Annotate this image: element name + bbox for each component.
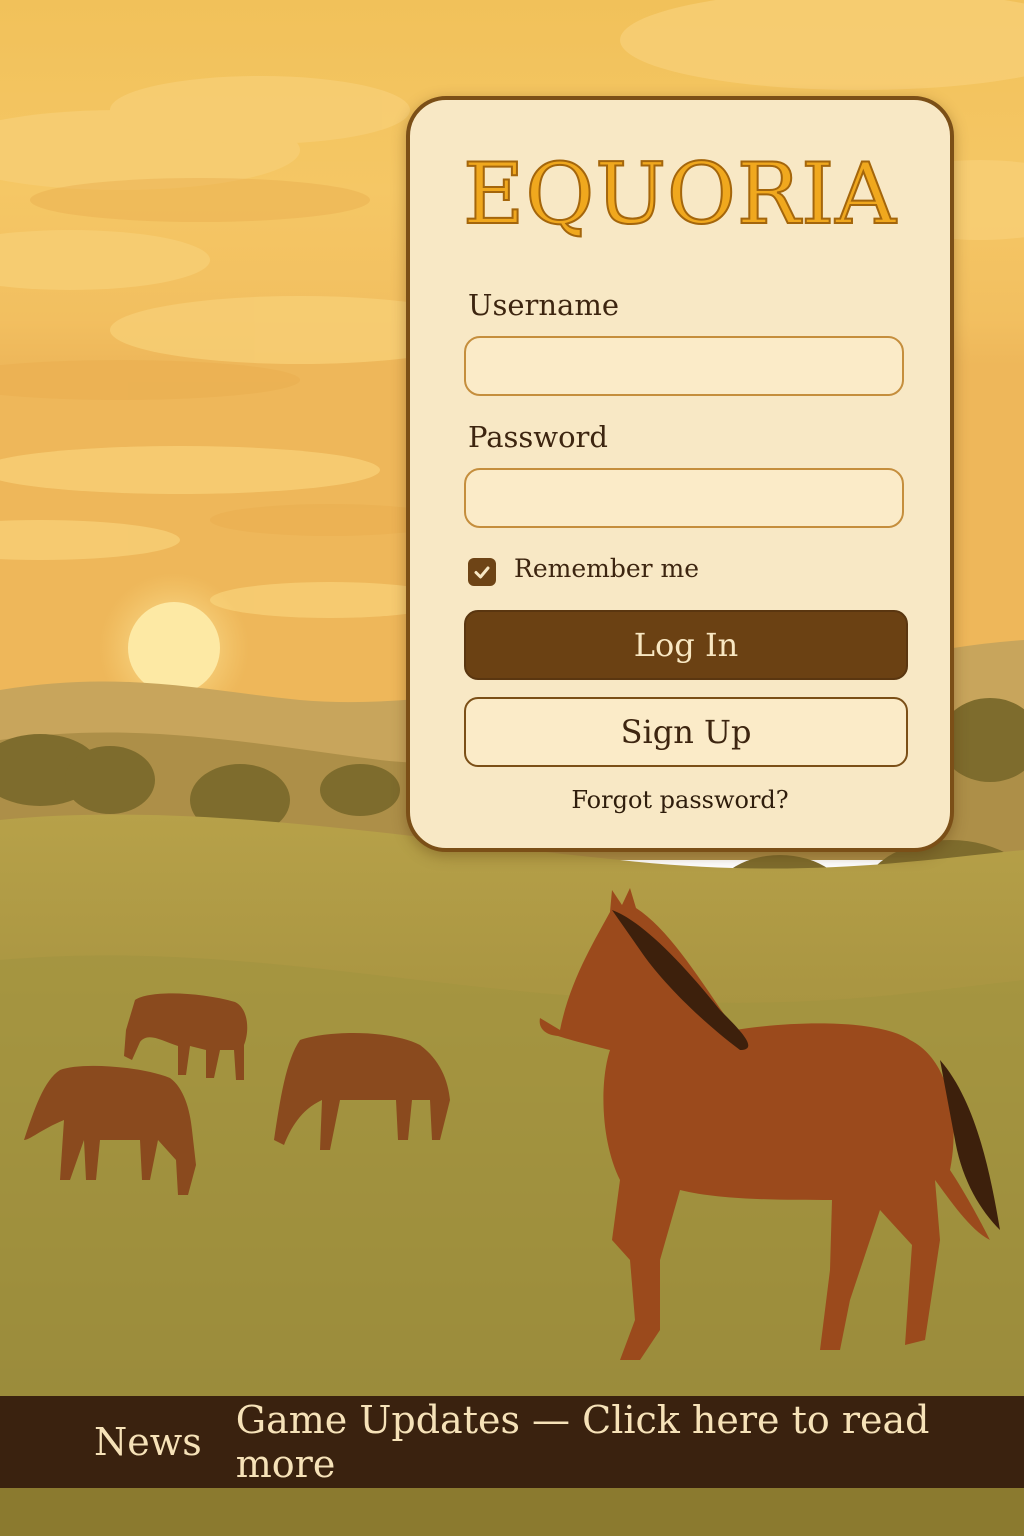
password-label: Password xyxy=(468,420,608,454)
login-button[interactable]: Log In xyxy=(464,610,908,680)
brand-title: EQUORIA xyxy=(462,145,897,243)
username-input[interactable] xyxy=(464,336,904,396)
remember-me-label[interactable]: Remember me xyxy=(514,554,699,583)
login-card: EQUORIA Username Password Remember me Lo… xyxy=(406,96,954,852)
news-banner[interactable]: News Game Updates — Click here to read m… xyxy=(0,1396,1024,1488)
username-label: Username xyxy=(468,288,619,322)
signup-button[interactable]: Sign Up xyxy=(464,697,908,767)
news-link[interactable]: Game Updates — Click here to read more xyxy=(236,1398,1024,1486)
remember-me-checkbox[interactable] xyxy=(468,558,496,586)
password-input[interactable] xyxy=(464,468,904,528)
checkmark-icon xyxy=(474,566,490,579)
forgot-password-link[interactable]: Forgot password? xyxy=(410,786,950,814)
news-label: News xyxy=(94,1420,202,1464)
